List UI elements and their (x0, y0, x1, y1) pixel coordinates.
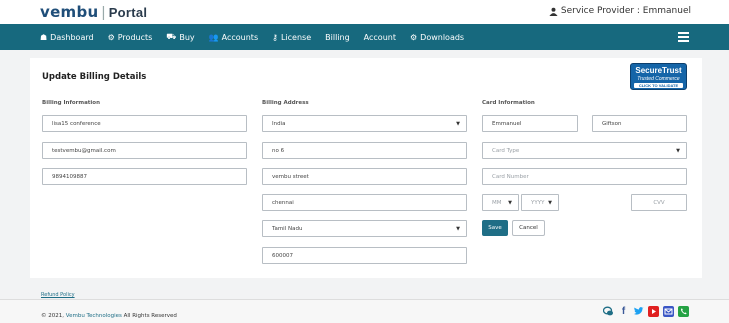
copyright-prefix: © 2021, (41, 313, 64, 319)
vembu-portal-logo[interactable]: vembu | Portal (40, 3, 147, 21)
billing-phone-field[interactable]: 9894109887 (42, 168, 247, 185)
nav-accounts[interactable]: 👥 Accounts (209, 33, 258, 42)
nav-label: Billing (325, 32, 350, 42)
address-line2-field[interactable]: vembu street (262, 168, 467, 185)
chat-icon[interactable] (603, 306, 614, 317)
page-title: Update Billing Details (42, 72, 147, 82)
user-icon (549, 7, 558, 16)
field-value: vembu street (272, 173, 309, 180)
field-value: no 6 (272, 147, 285, 154)
twitter-icon[interactable] (633, 306, 644, 317)
nav-billing[interactable]: Billing (325, 33, 350, 42)
chevron-down-icon: ▼ (508, 200, 512, 206)
trust-badge-subtitle: Trusted Commerce (637, 76, 680, 82)
chevron-down-icon: ▼ (456, 121, 460, 127)
accounts-icon: 👥 (208, 32, 219, 42)
dashboard-icon: ☗ (40, 32, 48, 42)
card-first-name-field[interactable]: Emmanuel (482, 115, 578, 132)
copyright-text: © 2021, Vembu Technologies All Rights Re… (41, 313, 177, 319)
billing-information-label: Billing Information (42, 100, 100, 106)
nav-label: Account (363, 32, 396, 42)
field-value: Giftson (602, 120, 622, 127)
card-number-field[interactable]: Card Number (482, 168, 687, 185)
field-value: 9894109887 (52, 173, 87, 180)
save-button[interactable]: Save (482, 220, 508, 236)
card-last-name-field[interactable]: Giftson (592, 115, 687, 132)
footer: © 2021, Vembu Technologies All Rights Re… (0, 299, 729, 323)
email-icon[interactable] (663, 306, 674, 317)
nav-account[interactable]: Account (364, 33, 396, 42)
address-line1-field[interactable]: no 6 (262, 142, 467, 159)
field-placeholder: Card Number (492, 173, 529, 180)
company-link[interactable]: Vembu Technologies (66, 313, 122, 319)
whatsapp-icon[interactable] (678, 306, 689, 317)
trust-badge-title: SecureTrust (635, 66, 682, 75)
field-value: chennai (272, 199, 294, 206)
securetrust-badge[interactable]: SecureTrust Trusted Commerce CLICK TO VA… (630, 63, 687, 90)
nav-label: Downloads (420, 32, 465, 42)
youtube-icon[interactable] (648, 306, 659, 317)
card-type-select[interactable]: Card Type ▼ (482, 142, 687, 159)
card-information-label: Card Information (482, 100, 535, 106)
state-select[interactable]: Tamil Nadu ▼ (262, 220, 467, 237)
nav-buy[interactable]: ⛟ Buy (166, 32, 194, 42)
nav-label: Buy (179, 32, 195, 42)
nav-dashboard[interactable]: ☗ Dashboard (40, 33, 94, 42)
top-header: vembu | Portal Service Provider : Emmanuel (0, 0, 729, 24)
billing-email-field[interactable]: testvembu@gmail.com (42, 142, 247, 159)
products-icon: ⚙ (107, 32, 115, 42)
cancel-button[interactable]: Cancel (512, 220, 545, 236)
refund-policy-link[interactable]: Refund Policy (41, 292, 75, 298)
field-value: lisa15 conference (52, 120, 101, 127)
city-field[interactable]: chennai (262, 194, 467, 211)
country-select[interactable]: India ▼ (262, 115, 467, 132)
key-icon: ⚷ (272, 32, 278, 42)
service-provider-menu[interactable]: Service Provider : Emmanuel (549, 6, 691, 16)
billing-details-card: Update Billing Details SecureTrust Trust… (30, 58, 702, 278)
field-placeholder: Card Type (492, 147, 520, 154)
field-value: India (272, 120, 286, 127)
main-nav: ☗ Dashboard ⚙ Products ⛟ Buy 👥 Accounts ⚷ Lic… (0, 24, 729, 50)
nav-label: License (280, 32, 312, 42)
billing-address-label: Billing Address (262, 100, 309, 106)
expiry-year-select[interactable]: YYYY ▼ (521, 194, 559, 211)
downloads-icon: ⚙ (409, 32, 418, 42)
chevron-down-icon: ▼ (456, 226, 460, 232)
billing-name-field[interactable]: lisa15 conference (42, 115, 247, 132)
field-value: Emmanuel (492, 120, 522, 127)
nav-products[interactable]: ⚙ Products (108, 33, 153, 42)
social-links: f (603, 306, 689, 317)
nav-label: Dashboard (50, 32, 94, 42)
field-placeholder: CVV (653, 199, 665, 206)
field-value: testvembu@gmail.com (52, 147, 116, 154)
nav-license[interactable]: ⚷ License (272, 33, 311, 42)
field-placeholder: YYYY (531, 199, 545, 206)
expiry-month-select[interactable]: MM ▼ (482, 194, 519, 211)
service-provider-label: Service Provider : Emmanuel (560, 6, 691, 16)
nav-label: Accounts (221, 32, 259, 42)
field-placeholder: MM (492, 199, 502, 206)
logo-text: vembu (40, 3, 99, 21)
facebook-icon[interactable]: f (618, 306, 629, 317)
hamburger-menu-icon[interactable] (678, 32, 689, 42)
logo-separator: | (101, 4, 106, 21)
cart-icon: ⛟ (166, 32, 177, 41)
field-value: Tamil Nadu (272, 225, 303, 232)
chevron-down-icon: ▼ (548, 200, 552, 206)
field-value: 600007 (272, 252, 293, 259)
chevron-down-icon: ▼ (676, 148, 680, 154)
cvv-field[interactable]: CVV (631, 194, 687, 211)
nav-downloads[interactable]: ⚙ Downloads (410, 33, 464, 42)
trust-badge-validate: CLICK TO VALIDATE (634, 83, 683, 88)
copyright-suffix: All Rights Reserved (123, 313, 177, 319)
zip-field[interactable]: 600007 (262, 247, 467, 264)
nav-label: Products (117, 32, 153, 42)
portal-label: Portal (108, 5, 148, 20)
